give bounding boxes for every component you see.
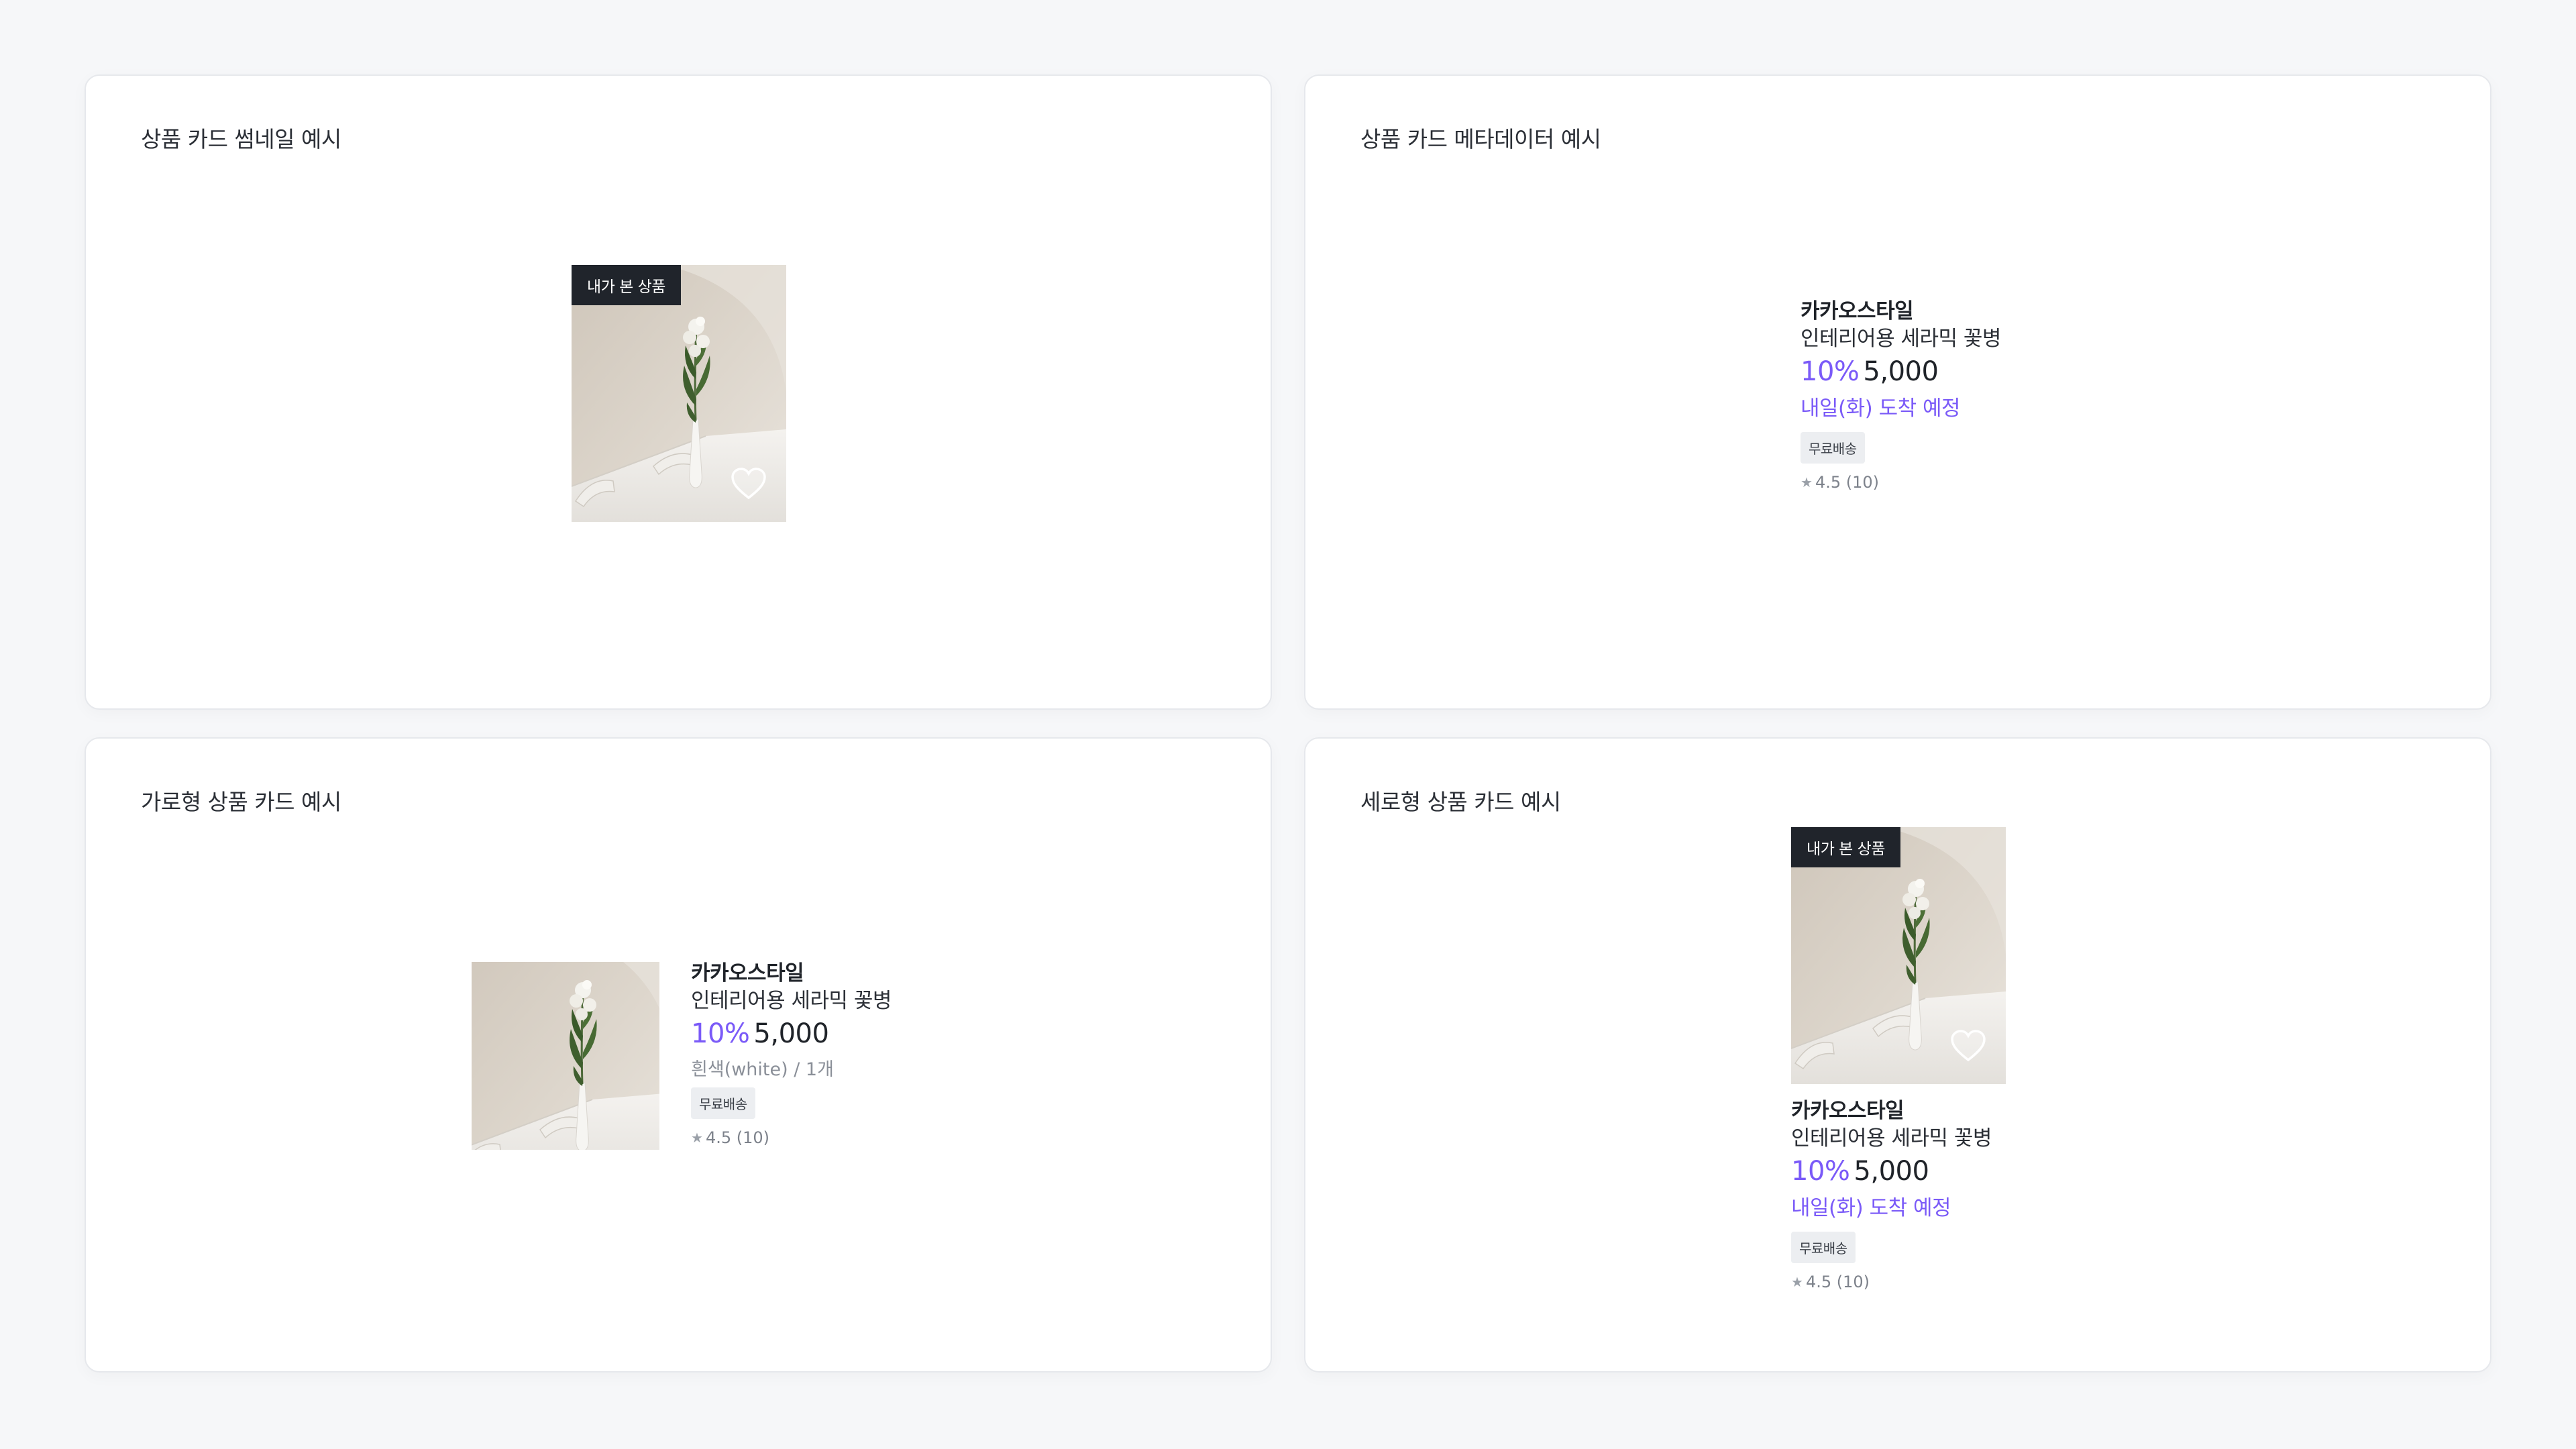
product-thumbnail[interactable]: 내가 본 상품 — [572, 265, 786, 522]
panel-title: 상품 카드 메타데이터 예시 — [1360, 126, 1601, 152]
metadata-example-panel: 상품 카드 메타데이터 예시 카카오스타일 인테리어용 세라믹 꽃병 10% 5,… — [1304, 74, 2491, 710]
horizontal-card-example-panel: 가로형 상품 카드 예시 카카오스타일 인테리어용 세라믹 꽃병 10% 5,00… — [85, 737, 1272, 1373]
product-name: 인테리어용 세라믹 꽃병 — [691, 989, 892, 1013]
product-meta[interactable]: 카카오스타일 인테리어용 세라믹 꽃병 10% 5,000 흰색(white) /… — [691, 960, 892, 1147]
discount-rate: 10% — [1801, 356, 1860, 387]
product-meta[interactable]: 카카오스타일 인테리어용 세라믹 꽃병 10% 5,000 내일(화) 도착 예정… — [1801, 298, 2001, 492]
thumbnail-example-panel: 상품 카드 썸네일 예시 내가 본 상품 — [85, 74, 1272, 710]
brand-name: 카카오스타일 — [691, 961, 804, 985]
product-name: 인테리어용 세라믹 꽃병 — [1791, 1126, 1992, 1150]
product-image — [472, 962, 659, 1150]
product-thumbnail[interactable] — [472, 962, 659, 1150]
rating: ★ 4.5 (10) — [1791, 1273, 1992, 1291]
rating-value: 4.5 (10) — [705, 1128, 769, 1147]
price-row: 10% 5,000 — [1801, 354, 2001, 394]
seen-product-badge: 내가 본 상품 — [572, 265, 681, 305]
discount-rate: 10% — [691, 1018, 750, 1049]
seen-product-badge: 내가 본 상품 — [1791, 827, 1900, 867]
price: 5,000 — [753, 1018, 829, 1049]
product-option: 흰색(white) / 1개 — [691, 1059, 834, 1080]
free-shipping-tag: 무료배송 — [1791, 1232, 1856, 1263]
star-icon: ★ — [1801, 474, 1813, 490]
delivery-info: 내일(화) 도착 예정 — [1801, 396, 1961, 421]
free-shipping-tag: 무료배송 — [1801, 432, 1865, 464]
vertical-card-example-panel: 세로형 상품 카드 예시 내가 본 상품 카카오스타일 인테리어용 세라믹 꽃병… — [1304, 737, 2491, 1373]
rating: ★ 4.5 (10) — [1801, 473, 2001, 492]
rating-value: 4.5 (10) — [1815, 473, 1879, 492]
brand-name: 카카오스타일 — [1791, 1099, 1904, 1123]
heart-icon[interactable] — [730, 466, 767, 501]
panel-title: 가로형 상품 카드 예시 — [141, 789, 341, 815]
product-meta[interactable]: 카카오스타일 인테리어용 세라믹 꽃병 10% 5,000 내일(화) 도착 예정… — [1791, 1097, 1992, 1291]
rating-value: 4.5 (10) — [1805, 1273, 1870, 1291]
rating: ★ 4.5 (10) — [691, 1128, 892, 1147]
price: 5,000 — [1854, 1156, 1929, 1187]
discount-rate: 10% — [1791, 1156, 1850, 1187]
price: 5,000 — [1863, 356, 1939, 387]
product-name: 인테리어용 세라믹 꽃병 — [1801, 327, 2001, 351]
star-icon: ★ — [691, 1130, 703, 1146]
free-shipping-tag: 무료배송 — [691, 1087, 755, 1119]
delivery-info: 내일(화) 도착 예정 — [1791, 1196, 1951, 1220]
star-icon: ★ — [1791, 1274, 1803, 1290]
price-row: 10% 5,000 — [1791, 1154, 1992, 1194]
product-thumbnail[interactable]: 내가 본 상품 — [1791, 827, 2006, 1084]
panel-title: 세로형 상품 카드 예시 — [1360, 789, 1561, 815]
brand-name: 카카오스타일 — [1801, 299, 1914, 323]
heart-icon[interactable] — [1949, 1028, 1987, 1063]
price-row: 10% 5,000 — [691, 1016, 892, 1057]
panel-title: 상품 카드 썸네일 예시 — [141, 126, 341, 152]
